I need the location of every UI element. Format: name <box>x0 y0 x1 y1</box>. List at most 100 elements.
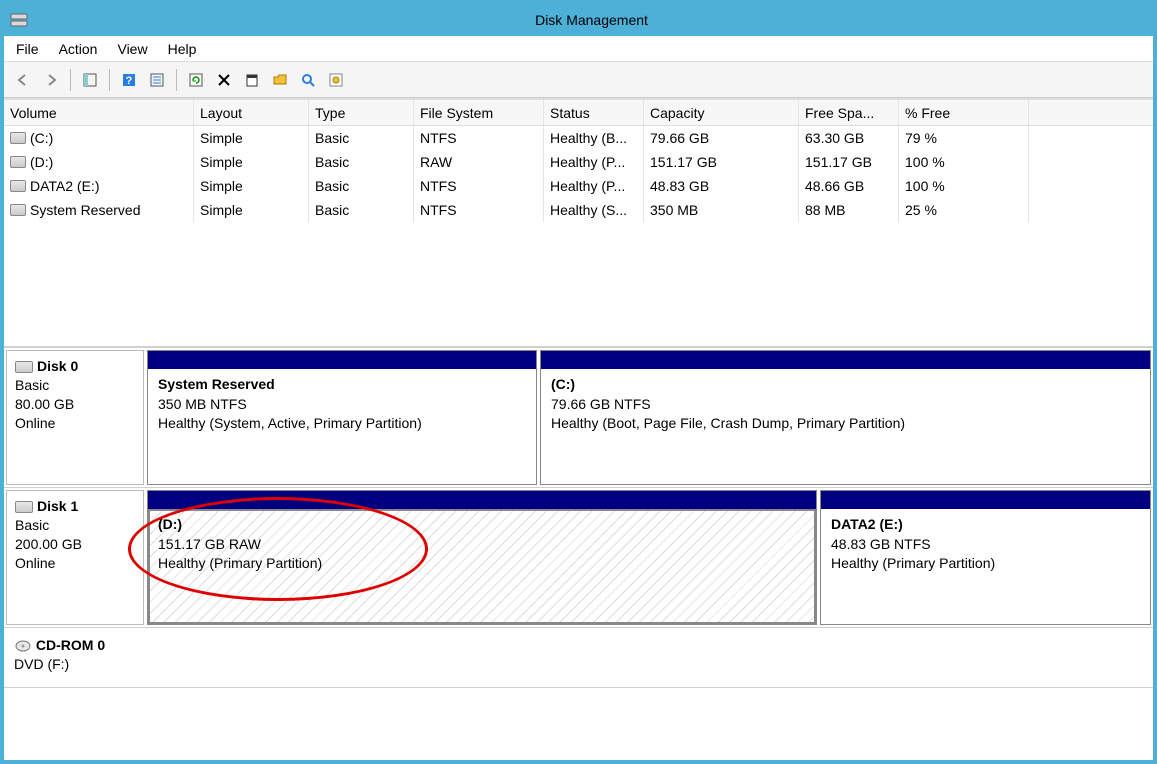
vol-pct: 100 % <box>899 174 1029 198</box>
partition-status: Healthy (System, Active, Primary Partiti… <box>158 415 422 431</box>
open-button[interactable] <box>267 67 293 93</box>
vol-layout: Simple <box>194 174 309 198</box>
disk-state: Online <box>15 415 55 431</box>
vol-layout: Simple <box>194 150 309 174</box>
back-button[interactable] <box>10 67 36 93</box>
partition-stripe <box>148 491 816 509</box>
partition-title: System Reserved <box>158 376 275 392</box>
disk-name: Disk 0 <box>37 358 78 374</box>
volume-list-body: (C:) Simple Basic NTFS Healthy (B... 79.… <box>4 126 1153 346</box>
toolbar: ? <box>4 62 1153 98</box>
explore-button[interactable] <box>295 67 321 93</box>
action-list-button[interactable] <box>144 67 170 93</box>
show-hide-console-button[interactable] <box>77 67 103 93</box>
partition-e-data2[interactable]: DATA2 (E:) 48.83 GB NTFS Healthy (Primar… <box>820 490 1151 625</box>
partition-d-raw[interactable]: (D:) 151.17 GB RAW Healthy (Primary Part… <box>147 490 817 625</box>
disk-state: Online <box>15 555 55 571</box>
disk-row-0: Disk 0 Basic 80.00 GB Online System Rese… <box>4 348 1153 488</box>
menu-help[interactable]: Help <box>168 41 197 57</box>
vol-name: (C:) <box>30 130 53 146</box>
drive-icon <box>10 132 26 144</box>
partition-size: 48.83 GB NTFS <box>831 536 931 552</box>
vol-fs: NTFS <box>414 174 544 198</box>
menu-action[interactable]: Action <box>59 41 98 57</box>
vol-pct: 25 % <box>899 198 1029 222</box>
cdrom-sub: DVD (F:) <box>14 656 69 672</box>
separator <box>176 69 177 91</box>
help-button[interactable]: ? <box>116 67 142 93</box>
vol-status: Healthy (P... <box>544 150 644 174</box>
vol-capacity: 350 MB <box>644 198 799 222</box>
menu-view[interactable]: View <box>117 41 147 57</box>
vol-fs: RAW <box>414 150 544 174</box>
partition-c[interactable]: (C:) 79.66 GB NTFS Healthy (Boot, Page F… <box>540 350 1151 485</box>
col-type[interactable]: Type <box>309 100 414 125</box>
cdrom-icon <box>14 637 32 653</box>
disk-name: Disk 1 <box>37 498 78 514</box>
vol-name: DATA2 (E:) <box>30 178 100 194</box>
cdrom-label[interactable]: CD-ROM 0 DVD (F:) <box>6 630 144 685</box>
vol-fs: NTFS <box>414 126 544 150</box>
col-free[interactable]: Free Spa... <box>799 100 899 125</box>
vol-free: 63.30 GB <box>799 126 899 150</box>
disk-1-label[interactable]: Disk 1 Basic 200.00 GB Online <box>6 490 144 625</box>
partition-size: 151.17 GB RAW <box>158 536 261 552</box>
drive-icon <box>10 204 26 216</box>
partition-status: Healthy (Primary Partition) <box>831 555 995 571</box>
vol-capacity: 79.66 GB <box>644 126 799 150</box>
vol-pct: 79 % <box>899 126 1029 150</box>
col-fs[interactable]: File System <box>414 100 544 125</box>
vol-name: (D:) <box>30 154 53 170</box>
disk-management-icon <box>10 11 28 29</box>
partition-status: Healthy (Primary Partition) <box>158 555 322 571</box>
vol-name: System Reserved <box>30 202 140 218</box>
disk-graphical-view: Disk 0 Basic 80.00 GB Online System Rese… <box>4 346 1153 688</box>
col-capacity[interactable]: Capacity <box>644 100 799 125</box>
vol-capacity: 151.17 GB <box>644 150 799 174</box>
disk-0-label[interactable]: Disk 0 Basic 80.00 GB Online <box>6 350 144 485</box>
partition-system-reserved[interactable]: System Reserved 350 MB NTFS Healthy (Sys… <box>147 350 537 485</box>
vol-fs: NTFS <box>414 198 544 222</box>
volume-row[interactable]: (D:) Simple Basic RAW Healthy (P... 151.… <box>4 150 1153 174</box>
volume-row[interactable]: DATA2 (E:) Simple Basic NTFS Healthy (P.… <box>4 174 1153 198</box>
disk-size: 200.00 GB <box>15 536 82 552</box>
col-pct-free[interactable]: % Free <box>899 100 1029 125</box>
menu-file[interactable]: File <box>16 41 39 57</box>
vol-free: 88 MB <box>799 198 899 222</box>
volume-row[interactable]: System Reserved Simple Basic NTFS Health… <box>4 198 1153 222</box>
disk-icon <box>15 501 33 513</box>
disk-row-1: Disk 1 Basic 200.00 GB Online (D:) 151.1… <box>4 488 1153 628</box>
vol-free: 48.66 GB <box>799 174 899 198</box>
disk-row-cdrom: CD-ROM 0 DVD (F:) <box>4 628 1153 688</box>
disk-size: 80.00 GB <box>15 396 74 412</box>
vol-pct: 100 % <box>899 150 1029 174</box>
partition-stripe <box>148 351 536 369</box>
properties-button[interactable] <box>239 67 265 93</box>
vol-status: Healthy (P... <box>544 174 644 198</box>
partition-size: 350 MB NTFS <box>158 396 247 412</box>
partition-title: (D:) <box>158 516 182 532</box>
vol-free: 151.17 GB <box>799 150 899 174</box>
refresh-button[interactable] <box>183 67 209 93</box>
col-status[interactable]: Status <box>544 100 644 125</box>
volume-list: Volume Layout Type File System Status Ca… <box>4 98 1153 346</box>
drive-icon <box>10 156 26 168</box>
disk-icon <box>15 361 33 373</box>
delete-button[interactable] <box>211 67 237 93</box>
vol-status: Healthy (B... <box>544 126 644 150</box>
settings-button[interactable] <box>323 67 349 93</box>
separator <box>109 69 110 91</box>
volume-row[interactable]: (C:) Simple Basic NTFS Healthy (B... 79.… <box>4 126 1153 150</box>
vol-capacity: 48.83 GB <box>644 174 799 198</box>
disk-type: Basic <box>15 377 49 393</box>
partition-title: (C:) <box>551 376 575 392</box>
col-layout[interactable]: Layout <box>194 100 309 125</box>
vol-layout: Simple <box>194 198 309 222</box>
vol-layout: Simple <box>194 126 309 150</box>
forward-button[interactable] <box>38 67 64 93</box>
col-volume[interactable]: Volume <box>4 100 194 125</box>
vol-type: Basic <box>309 150 414 174</box>
partition-title: DATA2 (E:) <box>831 516 903 532</box>
svg-text:?: ? <box>126 75 133 87</box>
window-title: Disk Management <box>36 12 1147 28</box>
